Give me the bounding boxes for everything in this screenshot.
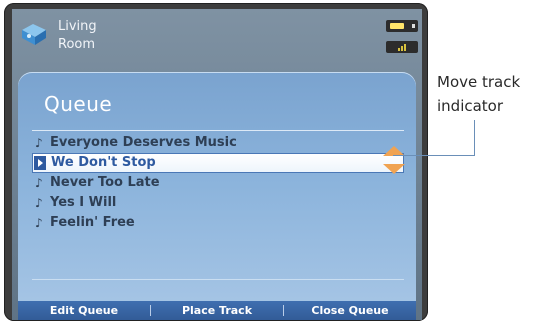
screen: Living Room Queue ♪ Everyone Deserves Mu… xyxy=(12,9,422,320)
play-indicator-icon xyxy=(34,156,46,170)
track-list: ♪ Everyone Deserves Music We Don't Stop … xyxy=(32,133,405,233)
track-item[interactable]: ♪ Everyone Deserves Music xyxy=(32,133,404,153)
signal-bar xyxy=(398,48,400,51)
track-item[interactable]: ♪ Never Too Late xyxy=(32,173,404,193)
track-title: Feelin' Free xyxy=(50,215,135,230)
track-item[interactable]: ♪ Yes I Will xyxy=(32,193,404,213)
speaker-zone-icon[interactable] xyxy=(19,21,49,47)
close-queue-button[interactable]: Close Queue xyxy=(284,301,416,320)
track-title: We Don't Stop xyxy=(51,155,156,170)
edit-queue-button[interactable]: Edit Queue xyxy=(18,301,150,320)
battery-icon xyxy=(386,20,418,32)
divider xyxy=(32,130,404,131)
place-track-button[interactable]: Place Track xyxy=(151,301,283,320)
signal-bar xyxy=(401,46,403,51)
controller-device: Living Room Queue ♪ Everyone Deserves Mu… xyxy=(4,3,428,321)
track-title: Yes I Will xyxy=(50,195,117,210)
music-note-icon: ♪ xyxy=(35,196,43,210)
music-note-icon: ♪ xyxy=(35,136,43,150)
queue-title: Queue xyxy=(44,92,113,116)
battery-level xyxy=(390,23,404,29)
room-name-line1[interactable]: Living xyxy=(58,19,97,35)
top-bar: Living Room xyxy=(12,9,422,59)
track-item-selected[interactable]: We Don't Stop xyxy=(32,146,405,174)
callout-line1: Move track xyxy=(437,73,521,91)
track-title: Never Too Late xyxy=(50,175,160,190)
callout-label: Move track indicator xyxy=(437,70,545,118)
track-title: Everyone Deserves Music xyxy=(50,135,237,150)
music-note-icon: ♪ xyxy=(35,216,43,230)
room-name-line2[interactable]: Room xyxy=(58,37,95,53)
divider xyxy=(32,279,404,280)
battery-tip xyxy=(412,24,415,28)
track-item[interactable]: ♪ Feelin' Free xyxy=(32,213,404,233)
queue-panel: Queue ♪ Everyone Deserves Music We Don't… xyxy=(18,72,416,320)
callout-line2: indicator xyxy=(437,97,504,115)
callout-leader-line xyxy=(393,155,475,156)
music-note-icon: ♪ xyxy=(35,176,43,190)
signal-icon xyxy=(386,41,418,53)
bottom-button-bar: Edit Queue Place Track Close Queue xyxy=(18,301,416,320)
signal-bar xyxy=(404,44,406,51)
callout-leader-line xyxy=(474,120,475,156)
